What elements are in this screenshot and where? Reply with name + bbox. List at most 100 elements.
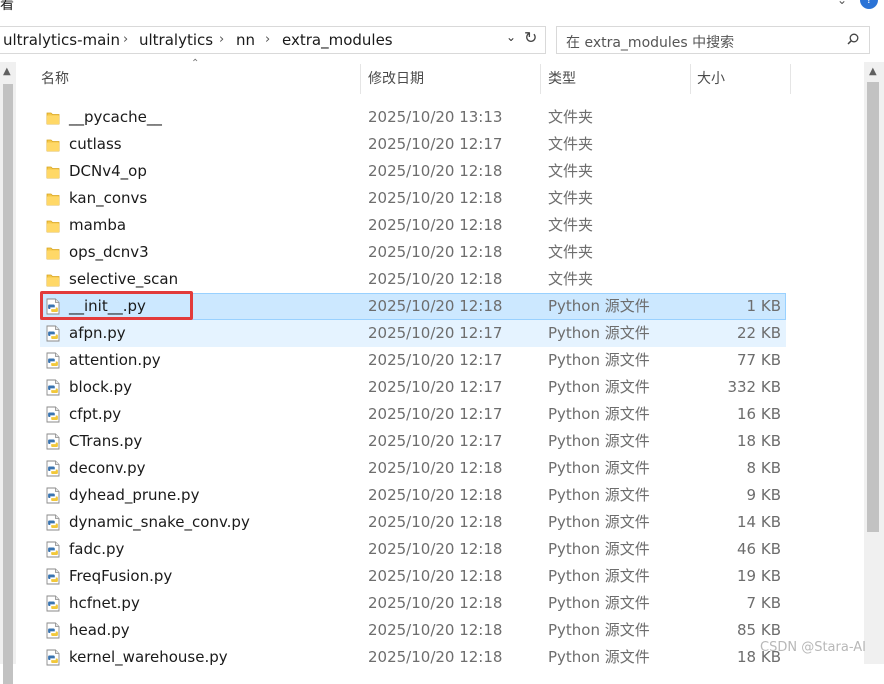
- file-name: __pycache__: [69, 108, 162, 126]
- file-modified-date: 2025/10/20 12:18: [368, 648, 503, 666]
- file-modified-date: 2025/10/20 12:18: [368, 189, 503, 207]
- breadcrumb-ultralytics-main[interactable]: ultralytics-main: [3, 31, 120, 49]
- python-file-icon: [46, 622, 60, 639]
- file-type: 文件夹: [548, 108, 594, 126]
- file-type: 文件夹: [548, 216, 594, 234]
- file-size: 7 KB: [746, 594, 781, 612]
- file-name: attention.py: [69, 351, 161, 369]
- column-divider[interactable]: [790, 64, 791, 94]
- breadcrumb-separator-icon[interactable]: ›: [219, 32, 224, 47]
- file-type: 文件夹: [548, 189, 594, 207]
- search-box[interactable]: 在 extra_modules 中搜索: [556, 26, 870, 54]
- file-name: mamba: [69, 216, 127, 234]
- file-name: fadc.py: [69, 540, 125, 558]
- column-divider[interactable]: [540, 64, 541, 94]
- file-row[interactable]: __pycache__ 2025/10/20 13:13 文件夹: [40, 104, 786, 131]
- file-size: 85 KB: [737, 621, 781, 639]
- column-divider[interactable]: [360, 64, 361, 94]
- file-row[interactable]: mamba 2025/10/20 12:18 文件夹: [40, 212, 786, 239]
- file-type: Python 源文件: [548, 405, 650, 423]
- breadcrumb-nn[interactable]: nn: [236, 31, 255, 49]
- file-type: Python 源文件: [548, 432, 650, 450]
- file-name: cutlass: [69, 135, 122, 153]
- file-row[interactable]: hcfnet.py 2025/10/20 12:18 Python 源文件 7 KB: [40, 590, 786, 617]
- file-row[interactable]: ops_dcnv3 2025/10/20 12:18 文件夹: [40, 239, 786, 266]
- breadcrumb-extra-modules[interactable]: extra_modules: [282, 31, 393, 49]
- file-size: 77 KB: [737, 351, 781, 369]
- file-modified-date: 2025/10/20 12:18: [368, 162, 503, 180]
- file-modified-date: 2025/10/20 12:18: [368, 216, 503, 234]
- file-row[interactable]: fadc.py 2025/10/20 12:18 Python 源文件 46 KB: [40, 536, 786, 563]
- file-modified-date: 2025/10/20 12:18: [368, 540, 503, 558]
- help-icon[interactable]: ?: [860, 0, 878, 9]
- file-row[interactable]: dynamic_snake_conv.py 2025/10/20 12:18 Pyt…: [40, 509, 786, 536]
- breadcrumb-separator-icon[interactable]: ›: [123, 32, 128, 47]
- navigation-pane-scrollbar[interactable]: ▲: [0, 62, 16, 684]
- ribbon-expand-icon[interactable]: ⌄: [832, 0, 852, 9]
- file-type: Python 源文件: [548, 459, 650, 477]
- column-divider[interactable]: [690, 64, 691, 94]
- scroll-thumb[interactable]: [3, 84, 13, 684]
- column-header-name[interactable]: 名称: [41, 62, 359, 96]
- file-name: head.py: [69, 621, 130, 639]
- file-type: Python 源文件: [548, 297, 650, 315]
- python-file-icon: [46, 595, 60, 612]
- file-row[interactable]: FreqFusion.py 2025/10/20 12:18 Python 源文件 1…: [40, 563, 786, 590]
- file-name: cfpt.py: [69, 405, 122, 423]
- file-name: CTrans.py: [69, 432, 143, 450]
- file-size: 14 KB: [737, 513, 781, 531]
- folder-icon: [46, 136, 60, 153]
- search-icon[interactable]: [847, 33, 859, 45]
- file-row[interactable]: head.py 2025/10/20 12:18 Python 源文件 85 KB: [40, 617, 786, 644]
- file-row[interactable]: CTrans.py 2025/10/20 12:17 Python 源文件 18 KB: [40, 428, 786, 455]
- search-input[interactable]: 在 extra_modules 中搜索: [566, 32, 734, 52]
- python-file-icon: [46, 433, 60, 450]
- scroll-thumb[interactable]: [867, 82, 879, 532]
- file-modified-date: 2025/10/20 12:18: [368, 594, 503, 612]
- highlight-annotation-box: [40, 291, 193, 320]
- file-row[interactable]: selective_scan 2025/10/20 12:18 文件夹: [40, 266, 786, 293]
- file-modified-date: 2025/10/20 12:17: [368, 135, 503, 153]
- refresh-icon[interactable]: ↻: [524, 28, 537, 47]
- file-row[interactable]: attention.py 2025/10/20 12:17 Python 源文件 77…: [40, 347, 786, 374]
- address-history-chevron-down-icon[interactable]: ⌄: [506, 30, 516, 44]
- file-name: selective_scan: [69, 270, 179, 288]
- python-file-icon: [46, 406, 60, 423]
- file-size: 22 KB: [737, 324, 781, 342]
- column-header-type[interactable]: 类型: [548, 62, 688, 96]
- file-row[interactable]: afpn.py 2025/10/20 12:17 Python 源文件 22 KB: [40, 320, 786, 347]
- file-type: 文件夹: [548, 243, 594, 261]
- file-modified-date: 2025/10/20 12:18: [368, 513, 503, 531]
- address-bar[interactable]: ultralytics-main › ultralytics › nn › ex…: [0, 26, 546, 54]
- file-row[interactable]: kan_convs 2025/10/20 12:18 文件夹: [40, 185, 786, 212]
- breadcrumb-separator-icon[interactable]: ›: [265, 32, 270, 47]
- file-row[interactable]: dyhead_prune.py 2025/10/20 12:18 Python 源文…: [40, 482, 786, 509]
- file-row[interactable]: cfpt.py 2025/10/20 12:17 Python 源文件 16 KB: [40, 401, 786, 428]
- file-row[interactable]: deconv.py 2025/10/20 12:18 Python 源文件 8 KB: [40, 455, 786, 482]
- scroll-up-arrow-icon[interactable]: ▲: [869, 66, 877, 77]
- file-name: afpn.py: [69, 324, 126, 342]
- file-row[interactable]: cutlass 2025/10/20 12:17 文件夹: [40, 131, 786, 158]
- python-file-icon: [46, 460, 60, 477]
- file-type: Python 源文件: [548, 567, 650, 585]
- file-list-scrollbar[interactable]: ▲: [864, 62, 884, 664]
- file-name: DCNv4_op: [69, 162, 147, 180]
- scroll-up-arrow-icon[interactable]: ▲: [3, 66, 11, 77]
- file-name: ops_dcnv3: [69, 243, 149, 261]
- file-type: 文件夹: [548, 162, 594, 180]
- breadcrumb-ultralytics[interactable]: ultralytics: [139, 31, 213, 49]
- file-size: 332 KB: [727, 378, 781, 396]
- column-header-date[interactable]: 修改日期: [368, 62, 538, 96]
- python-file-icon: [46, 541, 60, 558]
- file-size: 19 KB: [737, 567, 781, 585]
- file-modified-date: 2025/10/20 12:17: [368, 432, 503, 450]
- file-modified-date: 2025/10/20 12:17: [368, 378, 503, 396]
- column-header-size[interactable]: 大小: [697, 62, 787, 96]
- file-size: 18 KB: [737, 432, 781, 450]
- file-row[interactable]: DCNv4_op 2025/10/20 12:18 文件夹: [40, 158, 786, 185]
- file-type: 文件夹: [548, 135, 594, 153]
- file-row[interactable]: kernel_warehouse.py 2025/10/20 12:18 Pytho…: [40, 644, 786, 671]
- ribbon-partial-label: 看: [0, 0, 14, 13]
- file-name: kernel_warehouse.py: [69, 648, 228, 666]
- file-row[interactable]: block.py 2025/10/20 12:17 Python 源文件 332 KB: [40, 374, 786, 401]
